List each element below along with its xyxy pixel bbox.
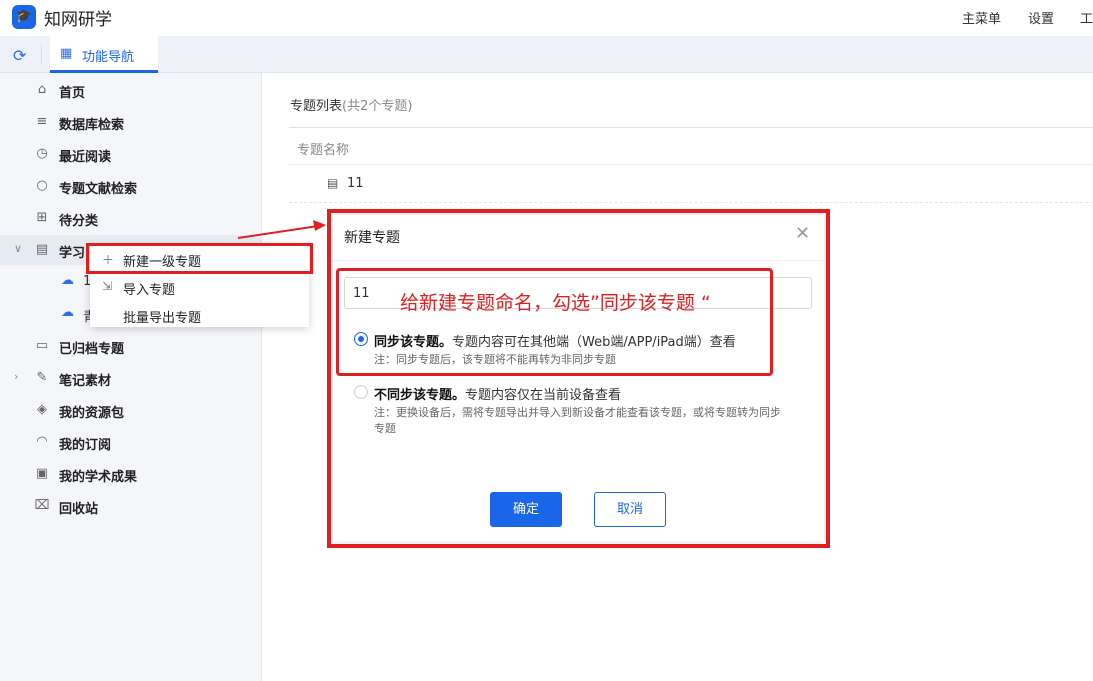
arrow-line	[237, 225, 319, 239]
arrow-head	[313, 220, 326, 231]
annotation-arrow	[237, 220, 326, 239]
